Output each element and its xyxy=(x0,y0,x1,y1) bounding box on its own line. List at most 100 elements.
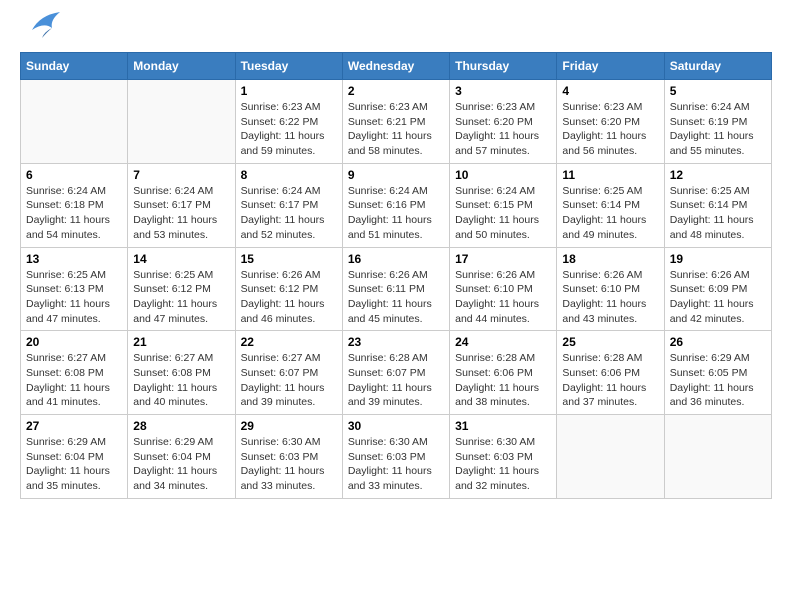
calendar-cell xyxy=(557,415,664,499)
day-info: Sunrise: 6:24 AM Sunset: 6:19 PM Dayligh… xyxy=(670,100,766,159)
calendar-cell: 26 Sunrise: 6:29 AM Sunset: 6:05 PM Dayli… xyxy=(664,331,771,415)
day-header-thursday: Thursday xyxy=(450,53,557,80)
calendar-cell: 14Sunrise: 6:25 AM Sunset: 6:12 PM Dayli… xyxy=(128,247,235,331)
day-info: Sunrise: 6:28 AM Sunset: 6:07 PM Dayligh… xyxy=(348,351,444,410)
calendar-cell: 23 Sunrise: 6:28 AM Sunset: 6:07 PM Dayli… xyxy=(342,331,449,415)
calendar-cell: 29 Sunrise: 6:30 AM Sunset: 6:03 PM Dayli… xyxy=(235,415,342,499)
calendar-cell: 28 Sunrise: 6:29 AM Sunset: 6:04 PM Dayli… xyxy=(128,415,235,499)
day-info: Sunrise: 6:23 AM Sunset: 6:22 PM Dayligh… xyxy=(241,100,337,159)
day-info: Sunrise: 6:30 AM Sunset: 6:03 PM Dayligh… xyxy=(241,435,337,494)
day-info: Sunrise: 6:26 AM Sunset: 6:12 PM Dayligh… xyxy=(241,268,337,327)
calendar-cell: 12 Sunrise: 6:25 AM Sunset: 6:14 PM Dayli… xyxy=(664,163,771,247)
day-info: Sunrise: 6:30 AM Sunset: 6:03 PM Dayligh… xyxy=(455,435,551,494)
calendar-cell: 3 Sunrise: 6:23 AM Sunset: 6:20 PM Daylig… xyxy=(450,80,557,164)
calendar-cell: 18Sunrise: 6:26 AM Sunset: 6:10 PM Dayli… xyxy=(557,247,664,331)
calendar-cell: 6 Sunrise: 6:24 AM Sunset: 6:18 PM Daylig… xyxy=(21,163,128,247)
calendar-cell: 30 Sunrise: 6:30 AM Sunset: 6:03 PM Dayli… xyxy=(342,415,449,499)
day-number: 7 xyxy=(133,168,229,182)
day-header-wednesday: Wednesday xyxy=(342,53,449,80)
day-info: Sunrise: 6:25 AM Sunset: 6:14 PM Dayligh… xyxy=(670,184,766,243)
day-number: 22 xyxy=(241,335,337,349)
calendar-cell: 27 Sunrise: 6:29 AM Sunset: 6:04 PM Dayli… xyxy=(21,415,128,499)
calendar-cell: 17 Sunrise: 6:26 AM Sunset: 6:10 PM Dayli… xyxy=(450,247,557,331)
day-number: 23 xyxy=(348,335,444,349)
day-info: Sunrise: 6:25 AM Sunset: 6:12 PM Dayligh… xyxy=(133,268,229,327)
calendar-cell xyxy=(664,415,771,499)
calendar-cell: 19Sunrise: 6:26 AM Sunset: 6:09 PM Dayli… xyxy=(664,247,771,331)
day-number: 16 xyxy=(348,252,444,266)
day-number: 28 xyxy=(133,419,229,433)
day-info: Sunrise: 6:27 AM Sunset: 6:08 PM Dayligh… xyxy=(133,351,229,410)
day-number: 3 xyxy=(455,84,551,98)
calendar-cell: 1 Sunrise: 6:23 AM Sunset: 6:22 PM Daylig… xyxy=(235,80,342,164)
day-number: 17 xyxy=(455,252,551,266)
day-info: Sunrise: 6:28 AM Sunset: 6:06 PM Dayligh… xyxy=(455,351,551,410)
day-number: 4 xyxy=(562,84,658,98)
day-number: 19 xyxy=(670,252,766,266)
day-number: 30 xyxy=(348,419,444,433)
calendar-cell xyxy=(128,80,235,164)
logo xyxy=(20,20,60,42)
calendar-cell: 5 Sunrise: 6:24 AM Sunset: 6:19 PM Daylig… xyxy=(664,80,771,164)
calendar-cell: 13 Sunrise: 6:25 AM Sunset: 6:13 PM Dayli… xyxy=(21,247,128,331)
day-info: Sunrise: 6:23 AM Sunset: 6:21 PM Dayligh… xyxy=(348,100,444,159)
calendar-header-row: SundayMondayTuesdayWednesdayThursdayFrid… xyxy=(21,53,772,80)
day-number: 12 xyxy=(670,168,766,182)
calendar-cell: 25Sunrise: 6:28 AM Sunset: 6:06 PM Dayli… xyxy=(557,331,664,415)
page-header xyxy=(20,20,772,42)
day-info: Sunrise: 6:27 AM Sunset: 6:07 PM Dayligh… xyxy=(241,351,337,410)
calendar-cell: 22 Sunrise: 6:27 AM Sunset: 6:07 PM Dayli… xyxy=(235,331,342,415)
logo-bird-icon xyxy=(22,10,60,42)
day-number: 5 xyxy=(670,84,766,98)
day-number: 2 xyxy=(348,84,444,98)
day-number: 15 xyxy=(241,252,337,266)
day-info: Sunrise: 6:25 AM Sunset: 6:14 PM Dayligh… xyxy=(562,184,658,243)
day-number: 27 xyxy=(26,419,122,433)
calendar-cell: 4Sunrise: 6:23 AM Sunset: 6:20 PM Daylig… xyxy=(557,80,664,164)
calendar-cell: 24Sunrise: 6:28 AM Sunset: 6:06 PM Dayli… xyxy=(450,331,557,415)
day-number: 1 xyxy=(241,84,337,98)
day-info: Sunrise: 6:24 AM Sunset: 6:15 PM Dayligh… xyxy=(455,184,551,243)
calendar-week-row: 6 Sunrise: 6:24 AM Sunset: 6:18 PM Daylig… xyxy=(21,163,772,247)
day-info: Sunrise: 6:24 AM Sunset: 6:18 PM Dayligh… xyxy=(26,184,122,243)
calendar-week-row: 20 Sunrise: 6:27 AM Sunset: 6:08 PM Dayli… xyxy=(21,331,772,415)
calendar-cell: 2 Sunrise: 6:23 AM Sunset: 6:21 PM Daylig… xyxy=(342,80,449,164)
day-info: Sunrise: 6:29 AM Sunset: 6:04 PM Dayligh… xyxy=(133,435,229,494)
calendar-cell: 8Sunrise: 6:24 AM Sunset: 6:17 PM Daylig… xyxy=(235,163,342,247)
calendar-cell: 20 Sunrise: 6:27 AM Sunset: 6:08 PM Dayli… xyxy=(21,331,128,415)
day-info: Sunrise: 6:23 AM Sunset: 6:20 PM Dayligh… xyxy=(455,100,551,159)
day-info: Sunrise: 6:26 AM Sunset: 6:10 PM Dayligh… xyxy=(562,268,658,327)
calendar-cell: 9 Sunrise: 6:24 AM Sunset: 6:16 PM Daylig… xyxy=(342,163,449,247)
calendar-cell: 10 Sunrise: 6:24 AM Sunset: 6:15 PM Dayli… xyxy=(450,163,557,247)
day-info: Sunrise: 6:26 AM Sunset: 6:10 PM Dayligh… xyxy=(455,268,551,327)
calendar-cell: 11 Sunrise: 6:25 AM Sunset: 6:14 PM Dayli… xyxy=(557,163,664,247)
day-number: 26 xyxy=(670,335,766,349)
day-number: 10 xyxy=(455,168,551,182)
day-number: 13 xyxy=(26,252,122,266)
day-info: Sunrise: 6:24 AM Sunset: 6:16 PM Dayligh… xyxy=(348,184,444,243)
calendar-table: SundayMondayTuesdayWednesdayThursdayFrid… xyxy=(20,52,772,499)
day-info: Sunrise: 6:27 AM Sunset: 6:08 PM Dayligh… xyxy=(26,351,122,410)
day-number: 21 xyxy=(133,335,229,349)
day-header-friday: Friday xyxy=(557,53,664,80)
day-info: Sunrise: 6:29 AM Sunset: 6:04 PM Dayligh… xyxy=(26,435,122,494)
day-number: 11 xyxy=(562,168,658,182)
day-number: 8 xyxy=(241,168,337,182)
day-info: Sunrise: 6:25 AM Sunset: 6:13 PM Dayligh… xyxy=(26,268,122,327)
day-info: Sunrise: 6:28 AM Sunset: 6:06 PM Dayligh… xyxy=(562,351,658,410)
calendar-week-row: 27 Sunrise: 6:29 AM Sunset: 6:04 PM Dayli… xyxy=(21,415,772,499)
day-info: Sunrise: 6:30 AM Sunset: 6:03 PM Dayligh… xyxy=(348,435,444,494)
day-number: 6 xyxy=(26,168,122,182)
day-info: Sunrise: 6:26 AM Sunset: 6:11 PM Dayligh… xyxy=(348,268,444,327)
calendar-cell: 16 Sunrise: 6:26 AM Sunset: 6:11 PM Dayli… xyxy=(342,247,449,331)
day-number: 20 xyxy=(26,335,122,349)
calendar-cell: 7Sunrise: 6:24 AM Sunset: 6:17 PM Daylig… xyxy=(128,163,235,247)
calendar-cell: 21 Sunrise: 6:27 AM Sunset: 6:08 PM Dayli… xyxy=(128,331,235,415)
day-header-saturday: Saturday xyxy=(664,53,771,80)
day-info: Sunrise: 6:29 AM Sunset: 6:05 PM Dayligh… xyxy=(670,351,766,410)
day-header-tuesday: Tuesday xyxy=(235,53,342,80)
calendar-week-row: 1 Sunrise: 6:23 AM Sunset: 6:22 PM Daylig… xyxy=(21,80,772,164)
day-number: 29 xyxy=(241,419,337,433)
day-number: 9 xyxy=(348,168,444,182)
day-header-sunday: Sunday xyxy=(21,53,128,80)
